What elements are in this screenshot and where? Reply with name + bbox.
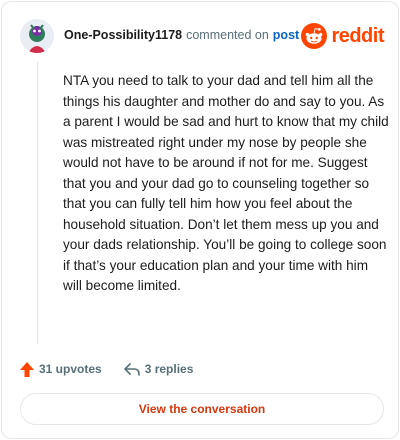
thread-line <box>37 62 38 344</box>
avatar[interactable] <box>20 19 54 53</box>
avatar-icon <box>20 19 54 53</box>
comment-byline: One-Possibility1178 commented on post <box>64 28 299 42</box>
byline-action: commented on <box>186 28 269 42</box>
reply-label: 3 replies <box>144 362 194 376</box>
author-name[interactable]: One-Possibility1178 <box>64 28 182 42</box>
reddit-brand[interactable]: reddit <box>301 21 384 51</box>
reply-arrow-icon <box>123 362 140 376</box>
post-link[interactable]: post <box>273 28 299 42</box>
comment-card: One-Possibility1178 commented on post redd… <box>1 1 399 439</box>
comment-header: One-Possibility1178 commented on post redd… <box>20 19 384 53</box>
comment-stats: 31 upvotes 3 replies <box>20 359 193 379</box>
reply-count[interactable]: 3 replies <box>123 362 194 376</box>
upvote-arrow-icon <box>20 361 34 377</box>
reddit-wordmark: reddit <box>331 24 384 47</box>
upvote-count[interactable]: 31 upvotes <box>20 361 102 377</box>
reddit-snoo-icon <box>301 23 328 49</box>
upvote-label: 31 upvotes <box>39 362 102 376</box>
comment-body: NTA you need to talk to your dad and tel… <box>63 73 389 293</box>
view-conversation-button[interactable]: View the conversation <box>20 393 384 425</box>
